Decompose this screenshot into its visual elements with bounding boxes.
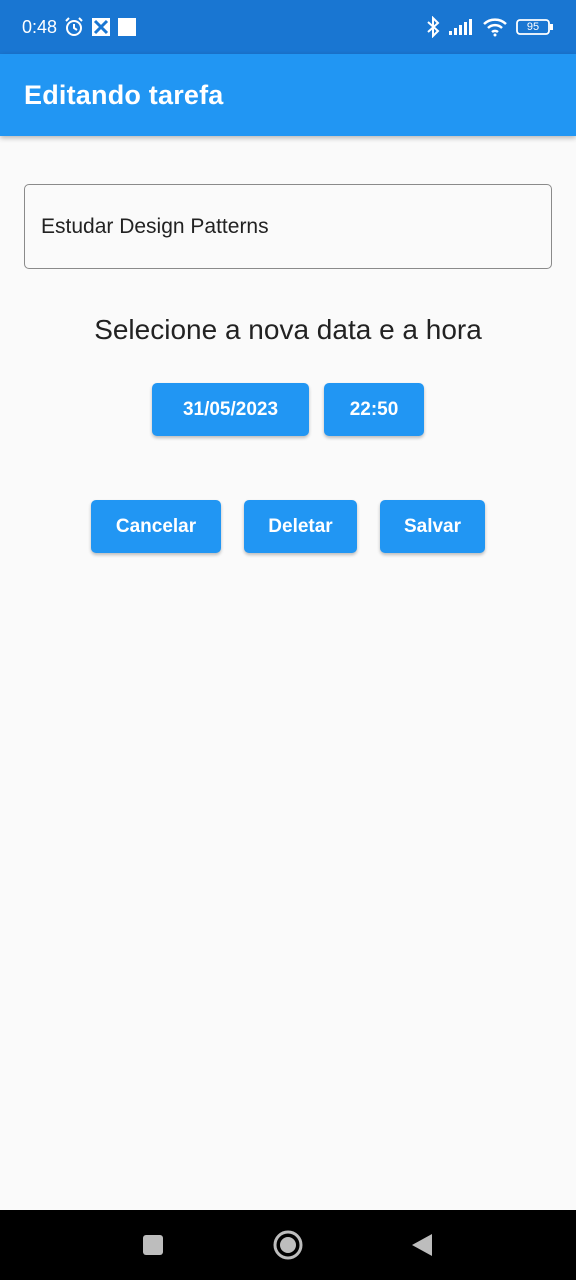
notification-square-icon — [117, 17, 137, 37]
task-name-input[interactable] — [25, 185, 551, 268]
time-picker-button[interactable]: 22:50 — [324, 383, 424, 436]
status-bar-right: 95 — [426, 16, 554, 38]
navigation-bar — [0, 1210, 576, 1280]
app-bar: Editando tarefa — [0, 54, 576, 136]
save-button[interactable]: Salvar — [380, 500, 485, 553]
wifi-icon — [482, 17, 508, 37]
cancel-button[interactable]: Cancelar — [91, 500, 221, 553]
alarm-icon — [63, 16, 85, 38]
back-icon[interactable] — [387, 1210, 457, 1280]
photos-icon — [91, 17, 111, 37]
date-picker-button[interactable]: 31/05/2023 — [152, 383, 309, 436]
battery-icon: 95 — [516, 18, 554, 36]
status-bar-left: 0:48 — [22, 16, 137, 38]
date-time-prompt: Selecione a nova data e a hora — [94, 314, 482, 345]
status-bar: 0:48 95 — [0, 0, 576, 54]
status-time: 0:48 — [22, 16, 58, 37]
home-icon[interactable] — [253, 1210, 323, 1280]
delete-button[interactable]: Deletar — [244, 500, 357, 553]
recents-icon[interactable] — [118, 1210, 188, 1280]
bluetooth-icon — [426, 16, 440, 38]
task-name-field[interactable] — [24, 184, 552, 269]
page-title: Editando tarefa — [24, 79, 224, 110]
battery-level: 95 — [526, 21, 540, 33]
signal-icon — [448, 18, 474, 36]
